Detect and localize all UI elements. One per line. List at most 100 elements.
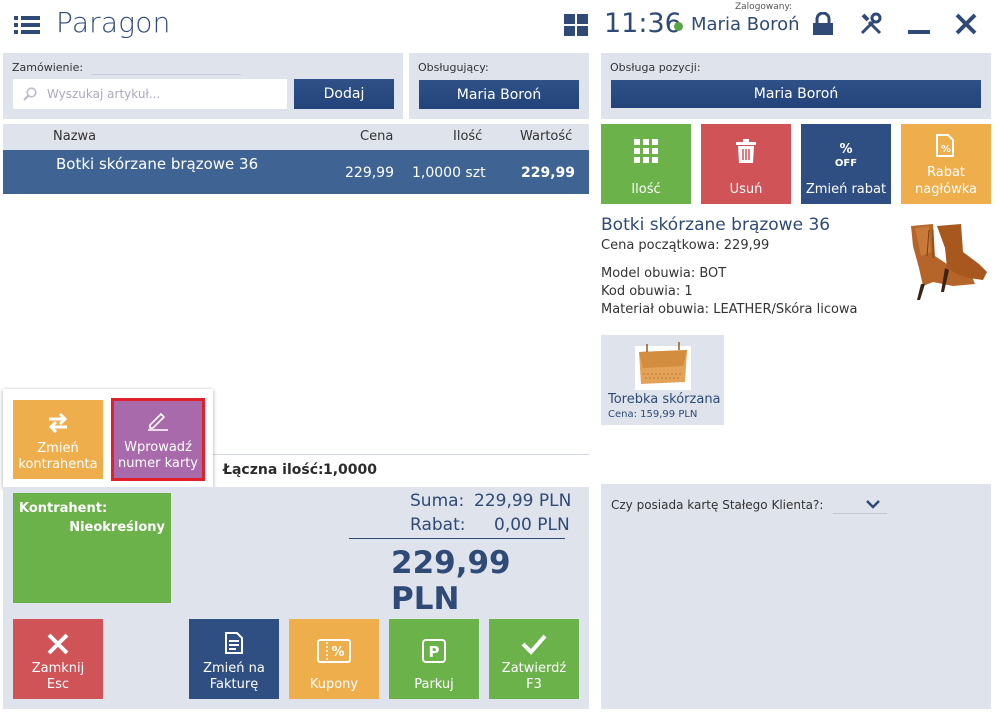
- position-staff-label: Obsługa pozycji:: [610, 61, 701, 74]
- quantity-button[interactable]: Ilość: [601, 124, 691, 204]
- product-code: Kod obuwia: 1: [601, 284, 693, 299]
- order-label: Zamówienie:: [12, 61, 84, 74]
- logged-in-label: Zalogowany:: [735, 2, 793, 12]
- quantity-label: Ilość: [631, 182, 661, 197]
- product-details: Botki skórzane brązowe 36 Cena początkow…: [601, 215, 881, 317]
- confirm-label-1: Zatwierdź: [501, 661, 567, 676]
- change-to-invoice-button[interactable]: Zmień na Fakturę: [189, 619, 279, 699]
- table-header: Nazwa Cena Ilość Wartość: [3, 124, 589, 150]
- park-button[interactable]: P Parkuj: [389, 619, 479, 699]
- grid-dots-icon: [634, 139, 658, 163]
- related-product-price: Cena: 159,99 PLN: [608, 409, 698, 420]
- confirm-label-2: F3: [526, 677, 542, 692]
- discount-value: 0,00 PLN: [494, 515, 570, 535]
- lock-icon[interactable]: [812, 12, 834, 36]
- change-customer-label-2: kontrahenta: [18, 457, 98, 472]
- loyalty-question: Czy posiada kartę Stałego Klienta?:: [611, 498, 824, 512]
- chevron-down-icon: [866, 500, 880, 509]
- header-discount-label-2: nagłówka: [914, 182, 977, 197]
- window-grid-icon[interactable]: [564, 14, 588, 36]
- logged-user-name: Maria Boroń: [691, 14, 800, 35]
- product-name: Botki skórzane brązowe 36: [601, 215, 831, 235]
- top-bar: Paragon 11:36 Zalogowany: Maria Boroń: [0, 0, 998, 50]
- checkmark-icon: [521, 634, 547, 655]
- column-header-qty[interactable]: Ilość: [453, 129, 482, 144]
- table-row[interactable]: Botki skórzane brązowe 36 229,99 1,0000 …: [3, 150, 589, 194]
- related-product-name: Torebka skórzana: [608, 392, 721, 407]
- loyalty-card-panel: Czy posiada kartę Stałego Klienta?:: [601, 484, 991, 709]
- confirm-button[interactable]: Zatwierdź F3: [489, 619, 579, 699]
- position-staff-panel: Obsługa pozycji: Maria Boroń: [601, 53, 991, 119]
- row-item-qty: 1,0000 szt: [412, 165, 486, 181]
- enter-card-label-2: numer karty: [117, 456, 199, 471]
- product-start-price: Cena początkowa: 229,99: [601, 238, 770, 253]
- invoice-label-2: Fakturę: [209, 677, 259, 692]
- close-receipt-button[interactable]: Zamknij Esc: [13, 619, 103, 699]
- total-quantity-value: 1,0000: [323, 462, 378, 478]
- sum-label: Suma:: [410, 491, 465, 511]
- enter-card-number-button[interactable]: Wprowadź numer karty: [114, 401, 202, 478]
- document-icon: [225, 632, 243, 654]
- swap-arrows-icon: [48, 413, 68, 433]
- customer-value: Nieokreślony: [69, 520, 165, 535]
- staff-panel: Obsługujący: Maria Boroń: [409, 53, 589, 119]
- percent-off-icon: % OFF: [835, 142, 857, 169]
- customer-label: Kontrahent:: [19, 501, 108, 516]
- position-staff-button[interactable]: Maria Boroń: [611, 80, 981, 108]
- related-product-card[interactable]: Torebka skórzana Cena: 159,99 PLN: [601, 335, 724, 425]
- svg-text:%: %: [331, 645, 344, 660]
- change-customer-label-1: Zmień: [37, 441, 79, 456]
- remove-button[interactable]: Usuń: [701, 124, 791, 204]
- product-material: Materiał obuwia: LEATHER/Skóra licowa: [601, 302, 858, 317]
- minimize-icon[interactable]: [907, 12, 931, 36]
- handbag-image: [635, 342, 691, 390]
- summary-divider: [349, 538, 565, 539]
- tools-icon[interactable]: [859, 12, 883, 36]
- online-status-icon: [674, 22, 683, 31]
- svg-text:P: P: [429, 643, 440, 661]
- close-x-icon: [47, 633, 69, 655]
- order-panel: Zamówienie: Dodaj: [3, 53, 403, 119]
- row-item-value: 229,99: [521, 165, 576, 181]
- customer-tile[interactable]: Kontrahent: Nieokreślony: [13, 493, 171, 603]
- product-image: [893, 216, 989, 300]
- column-header-value[interactable]: Wartość: [520, 129, 572, 144]
- svg-text:%: %: [839, 142, 852, 157]
- search-icon: [23, 87, 37, 101]
- close-window-icon[interactable]: [954, 12, 978, 36]
- coupons-button[interactable]: % Kupony: [289, 619, 379, 699]
- header-discount-label-1: Rabat: [926, 165, 966, 180]
- sum-value: 229,99 PLN: [474, 491, 572, 511]
- add-button[interactable]: Dodaj: [294, 79, 394, 109]
- customer-actions-popup: Zmień kontrahenta Wprowadź numer karty: [3, 389, 213, 488]
- total-quantity: Łączna ilość: 1,0000: [213, 454, 589, 486]
- coupon-icon: %: [317, 639, 351, 663]
- change-discount-button[interactable]: % OFF Zmień rabat: [801, 124, 891, 204]
- parking-icon: P: [422, 639, 446, 663]
- park-label: Parkuj: [414, 677, 454, 692]
- discount-label: Rabat:: [410, 515, 466, 535]
- search-input[interactable]: [47, 87, 267, 101]
- staff-select-button[interactable]: Maria Boroń: [419, 80, 579, 109]
- staff-label: Obsługujący:: [418, 61, 489, 74]
- close-label-1: Zamknij: [31, 661, 85, 676]
- header-discount-button[interactable]: % Rabat nagłówka: [901, 124, 991, 204]
- document-discount-icon: %: [936, 134, 954, 157]
- column-header-price[interactable]: Cena: [360, 129, 393, 144]
- clock: 11:36: [604, 8, 682, 39]
- change-discount-label: Zmień rabat: [805, 182, 887, 197]
- invoice-label-1: Zmień na: [203, 661, 265, 676]
- svg-text:OFF: OFF: [835, 158, 857, 169]
- product-model: Model obuwia: BOT: [601, 266, 727, 281]
- close-label-2: Esc: [46, 677, 70, 692]
- change-customer-button[interactable]: Zmień kontrahenta: [13, 400, 103, 479]
- loyalty-dropdown[interactable]: [833, 494, 887, 514]
- svg-text:%: %: [941, 144, 951, 155]
- search-field[interactable]: [13, 79, 287, 109]
- hamburger-menu-icon[interactable]: [14, 14, 40, 36]
- coupons-label: Kupony: [309, 677, 359, 692]
- remove-label: Usuń: [729, 182, 763, 197]
- column-header-name[interactable]: Nazwa: [53, 129, 96, 144]
- enter-card-label-1: Wprowadź: [124, 440, 192, 455]
- row-item-price: 229,99: [345, 165, 394, 181]
